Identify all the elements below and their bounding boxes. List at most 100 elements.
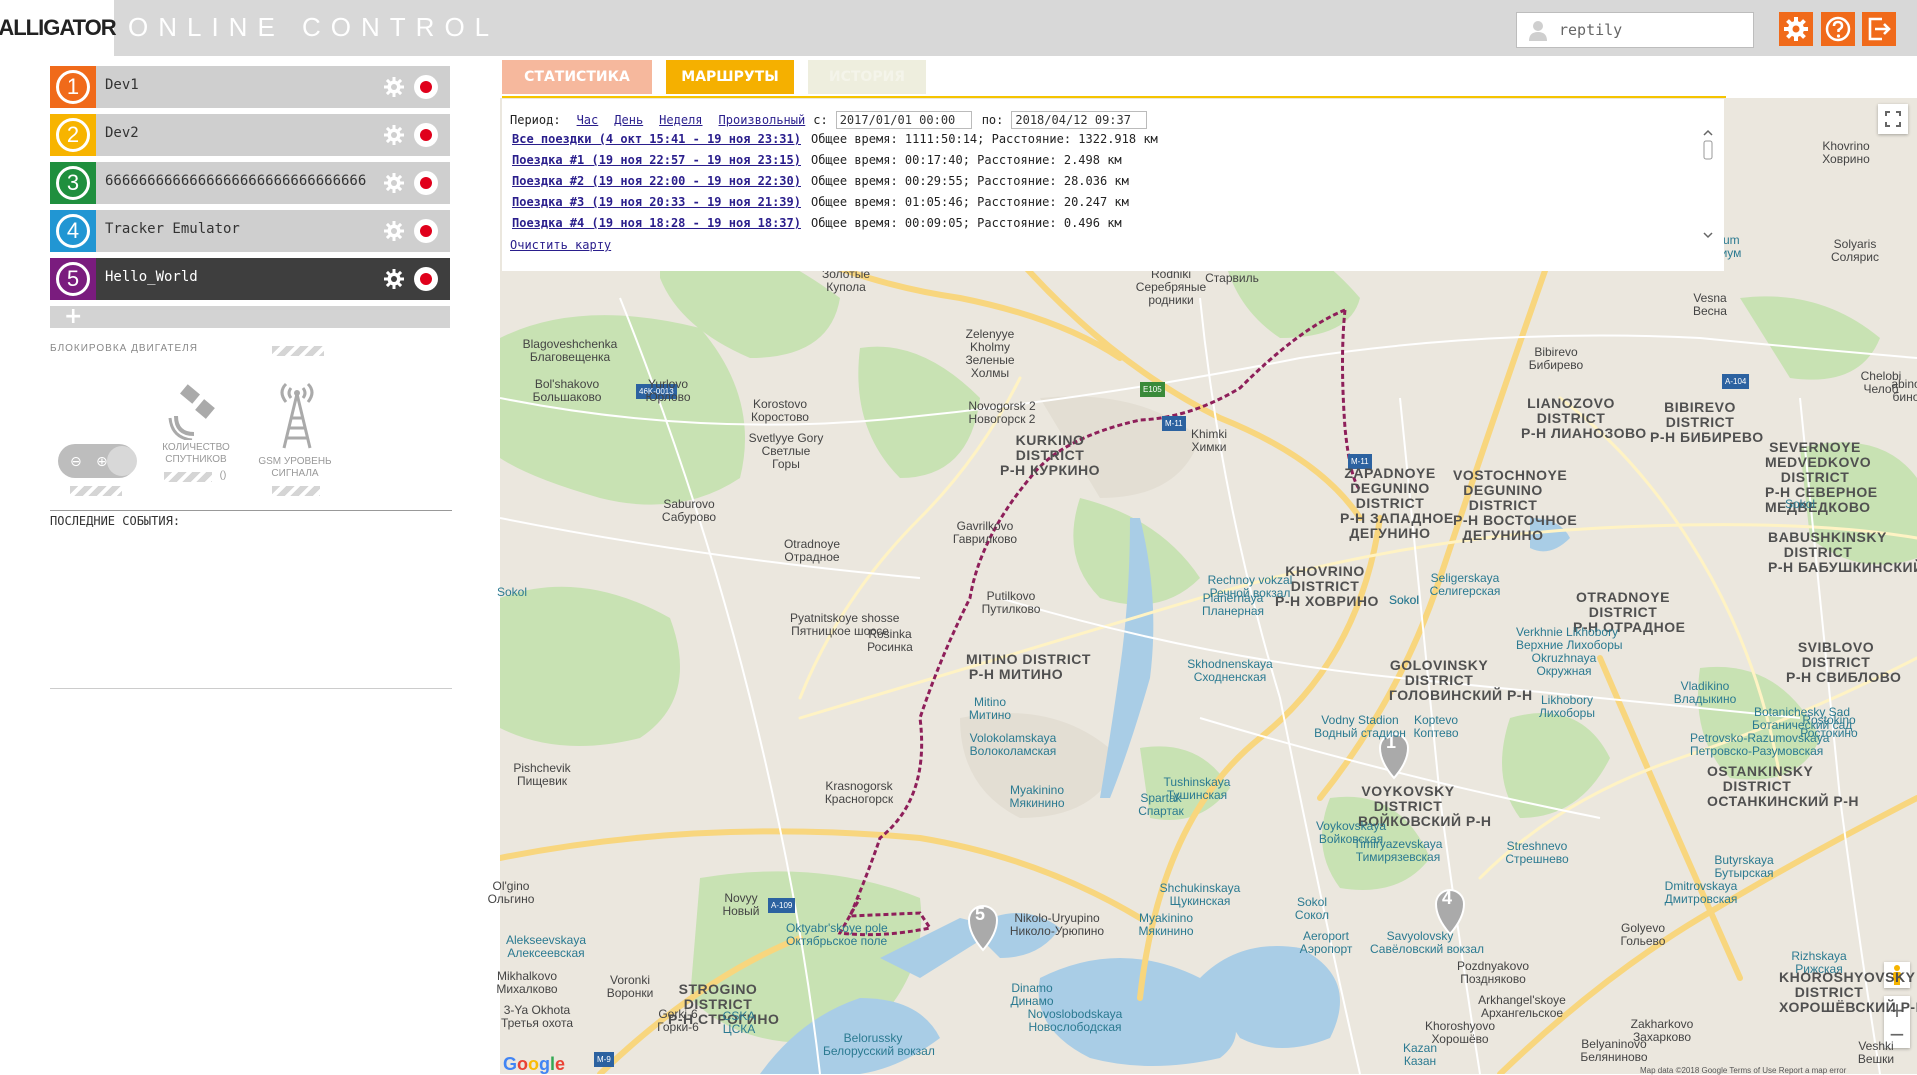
battery-indicator [70,486,122,496]
map-label: Veshki Вешки [1857,1039,1895,1066]
map-label: Zelenyye Kholmy Зеленые Холмы [965,327,1015,380]
device-record-button[interactable] [414,219,438,243]
logout-icon [1868,17,1891,41]
map-label: Savyolovsky Савёловский вокзал [1370,929,1485,956]
add-device-button[interactable]: + [50,306,450,328]
period-day-link[interactable]: День [614,113,643,127]
map-label: BIBIREVO DISTRICT Р-Н БИБИРЕВО [1650,399,1764,445]
device-number-badge: 3 [50,162,96,204]
device-item[interactable]: 5 Hello_World [50,258,450,300]
device-item[interactable]: 3 6666666666666666666666666666666 [50,162,450,204]
tab-statistics[interactable]: СТАТИСТИКА [502,60,652,94]
period-custom-link[interactable]: Произвольный [719,113,806,127]
header: ALLIGATOR ONLINE CONTROL reptily [0,0,1917,56]
device-number: 5 [56,262,90,296]
period-hour-link[interactable]: Час [577,113,599,127]
engine-lock-toggle[interactable] [272,346,324,356]
map-label: Sokol [496,585,528,599]
marker-device-5[interactable]: 5 [975,905,985,923]
trip-link[interactable]: Все поездки (4 окт 15:41 - 19 ноя 23:31) [512,132,801,146]
device-name: Dev2 [105,125,139,141]
scrollbar[interactable] [1702,129,1714,239]
map-label: Belyaninovo Беляниново [1580,1037,1648,1064]
logo: ALLIGATOR [0,0,117,56]
trip-link[interactable]: Поездка #3 (19 ноя 20:33 - 19 ноя 21:39) [512,195,801,209]
period-label: Период: [510,113,561,127]
satellites-indicator [164,472,212,482]
device-item[interactable]: 4 Tracker Emulator [50,210,450,252]
device-settings-button[interactable] [382,123,406,147]
map-label: Petrovsko-Razumovskaya Петровско-Разумов… [1690,731,1830,758]
gear-icon [384,221,404,241]
from-label: с: [813,113,828,127]
period-week-link[interactable]: Неделя [659,113,702,127]
marker-device-4[interactable]: 4 [1442,889,1452,907]
map-label: Khimki Химки [1190,427,1227,454]
device-settings-button[interactable] [382,75,406,99]
map-label: 3-Ya Okhota Третья охота [500,1003,574,1030]
map-label: LIANOZOVO DISTRICT Р-Н ЛИАНОЗОВО [1521,395,1647,441]
device-item[interactable]: 1 Dev1 [50,66,450,108]
map-label: Svetlyye Gory Светлые Горы [748,431,824,471]
fullscreen-button[interactable] [1878,104,1908,134]
map-label: Dmitrovskaya Дмитровская [1664,879,1738,906]
clear-map-link[interactable]: Очистить карту [510,238,611,252]
device-record-button[interactable] [414,75,438,99]
map-label: Saburovo Сабурово [661,497,717,524]
map-label: SVIBLOVO DISTRICT Р-Н СВИБЛОВО [1786,639,1902,685]
tab-routes[interactable]: МАРШРУТЫ [666,60,794,94]
device-number: 2 [56,118,90,152]
map-label: Mikhalkovo Михалково [496,969,558,996]
to-date-input[interactable] [1011,111,1148,129]
map-label: Shchukinskaya Щукинская [1159,881,1241,908]
trip-info: Общее время: 00:17:40; Расстояние: 2.498… [810,153,1122,167]
device-item[interactable]: 2 Dev2 [50,114,450,156]
record-icon [420,129,432,141]
map-label: Vesna Весна [1693,291,1727,318]
tab-history[interactable]: ИСТОРИЯ [808,60,926,94]
map-label: KURKINO DISTRICT Р-Н КУРКИНО [1000,432,1101,478]
user-box[interactable]: reptily [1516,12,1754,48]
map-label: Oktyabr'skoye pole Октябрьское поле [786,921,888,948]
map-label: Otradnoye Отрадное [783,537,841,564]
user-icon [1529,21,1547,41]
user-name: reptily [1559,21,1623,39]
device-settings-button[interactable] [382,267,406,291]
divider [50,688,452,689]
map-label: Solyaris Солярис [1831,237,1879,264]
map-label: Vladikino Владыкино [1673,679,1737,706]
device-name: Dev1 [105,77,139,93]
trip-link[interactable]: Поездка #4 (19 ноя 18:28 - 19 ноя 18:37) [512,216,801,230]
fullscreen-icon [1885,111,1901,127]
device-settings-button[interactable] [382,171,406,195]
from-date-input[interactable] [835,111,972,129]
trip-info: Общее время: 00:29:55; Расстояние: 28.03… [810,174,1129,188]
gear-icon [384,269,404,289]
trip-info: Общее время: 01:05:46; Расстояние: 20.24… [810,195,1129,209]
road-badge: M-9 [594,1052,614,1067]
gear-icon [1784,17,1808,41]
map-label: abino бино [1891,377,1917,404]
map-label: Blagoveshchenka Благовещенка [522,337,618,364]
map-label: Старвиль [1205,271,1259,285]
map-label: Pishchevik Пищевик [513,761,571,788]
device-record-button[interactable] [414,171,438,195]
logout-button[interactable] [1862,12,1896,46]
svg-text:⊕: ⊕ [96,454,108,470]
trip-link[interactable]: Поездка #2 (19 ноя 22:00 - 19 ноя 22:30) [512,174,801,188]
device-record-button[interactable] [414,123,438,147]
help-button[interactable] [1821,12,1855,46]
satellites-label: КОЛИЧЕСТВО СПУТНИКОВ [162,442,230,465]
map-label: Novogorsk 2 Новогорск 2 [968,399,1036,426]
settings-button[interactable] [1779,12,1813,46]
map-label: Nikolo-Uryupino Николо-Урюпино [1009,911,1105,938]
trip-link[interactable]: Поездка #1 (19 ноя 22:57 - 19 ноя 23:15) [512,153,801,167]
map-label: ZAPADNOYE DEGUNINO DISTRICT Р-Н ЗАПАДНОЕ… [1340,465,1454,541]
map-label: Kazan Казан [1402,1041,1438,1068]
routes-panel: Период: Час День Неделя Произвольный с: … [502,99,1724,271]
device-settings-button[interactable] [382,219,406,243]
map-label: Sokol Сокол [1294,895,1330,922]
gsm-label: GSM УРОВЕНЬ СИГНАЛА [258,456,332,479]
device-record-button[interactable] [414,267,438,291]
satellite-icon [168,384,215,440]
